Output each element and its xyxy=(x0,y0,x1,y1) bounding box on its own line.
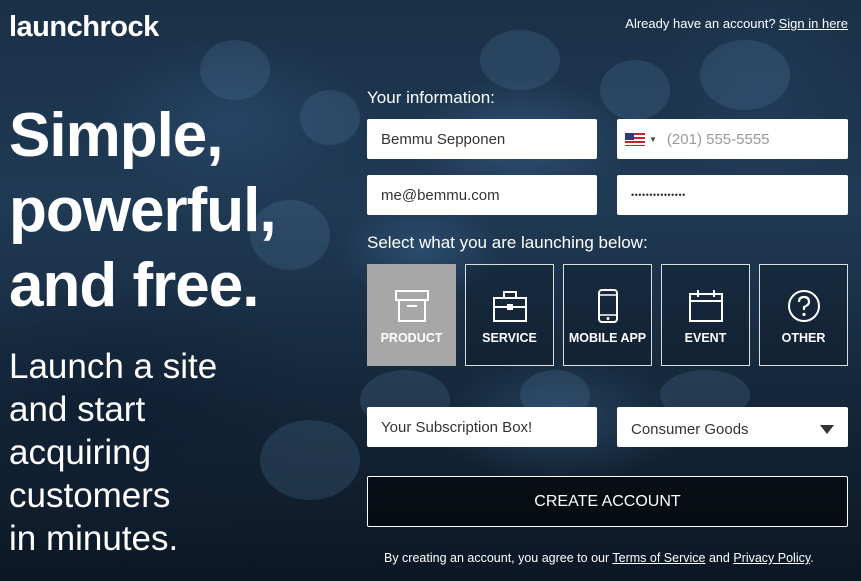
type-service[interactable]: SERVICE xyxy=(465,264,554,366)
page-subline: Launch a site and start acquiring custom… xyxy=(9,345,217,560)
headline-line: Simple, xyxy=(9,101,224,170)
product-name-value: Your Subscription Box! xyxy=(381,418,533,436)
type-mobile-app[interactable]: MOBILE APP xyxy=(563,264,652,366)
product-name-field[interactable]: Your Subscription Box! xyxy=(367,407,597,447)
phone-icon xyxy=(597,289,618,323)
info-label: Your information: xyxy=(367,88,495,107)
launchrock-logo[interactable]: launchrock xyxy=(9,11,159,44)
terms-end: . xyxy=(810,551,814,565)
dropdown-arrow-icon xyxy=(820,424,834,434)
caret-down-icon[interactable]: ▼ xyxy=(649,135,657,144)
calendar-icon xyxy=(688,290,723,322)
type-product[interactable]: PRODUCT xyxy=(367,264,456,366)
terms-prefix: By creating an account, you agree to our xyxy=(384,551,610,565)
type-label: PRODUCT xyxy=(380,331,443,345)
subline-line: Launch a site xyxy=(9,347,218,386)
question-icon xyxy=(787,290,820,322)
email-field[interactable]: me@bemmu.com xyxy=(367,175,597,215)
create-account-button[interactable]: CREATE ACCOUNT xyxy=(367,476,848,527)
type-event[interactable]: EVENT xyxy=(661,264,750,366)
terms-of-service-link[interactable]: Terms of Service xyxy=(612,551,705,565)
us-flag-icon[interactable] xyxy=(625,132,645,146)
subline-line: customers xyxy=(9,476,171,515)
terms-notice: By creating an account, you agree to our… xyxy=(384,551,814,565)
phone-placeholder: (201) 555-5555 xyxy=(666,130,770,148)
signin-prompt-text: Already have an account? xyxy=(625,16,776,31)
type-label: SERVICE xyxy=(482,331,537,345)
category-select[interactable]: Consumer Goods xyxy=(617,407,848,447)
subline-line: and start xyxy=(9,390,146,429)
password-mask: ••••••••••••••• xyxy=(631,190,686,200)
briefcase-icon xyxy=(492,291,527,322)
type-other[interactable]: OTHER xyxy=(759,264,848,366)
name-field[interactable]: Bemmu Sepponen xyxy=(367,119,597,159)
subline-line: in minutes. xyxy=(9,519,179,558)
phone-field[interactable]: ▼ (201) 555-5555 xyxy=(617,119,848,159)
box-icon xyxy=(394,290,429,322)
privacy-policy-link[interactable]: Privacy Policy xyxy=(733,551,810,565)
password-field[interactable]: ••••••••••••••• xyxy=(617,175,848,215)
signin-prompt: Already have an account? Sign in here xyxy=(625,16,848,31)
subline-line: acquiring xyxy=(9,433,152,472)
page-headline: Simple, powerful, and free. xyxy=(9,98,277,323)
email-value: me@bemmu.com xyxy=(381,186,500,204)
launch-type-label: Select what you are launching below: xyxy=(367,233,648,252)
type-label: EVENT xyxy=(684,331,727,345)
signin-link[interactable]: Sign in here xyxy=(779,16,848,31)
name-value: Bemmu Sepponen xyxy=(381,130,506,148)
headline-line: and free. xyxy=(9,251,259,320)
type-label: OTHER xyxy=(781,331,826,345)
category-value: Consumer Goods xyxy=(631,420,749,438)
type-label: MOBILE APP xyxy=(568,331,647,345)
headline-line: powerful, xyxy=(9,176,277,245)
terms-and: and xyxy=(708,551,730,565)
